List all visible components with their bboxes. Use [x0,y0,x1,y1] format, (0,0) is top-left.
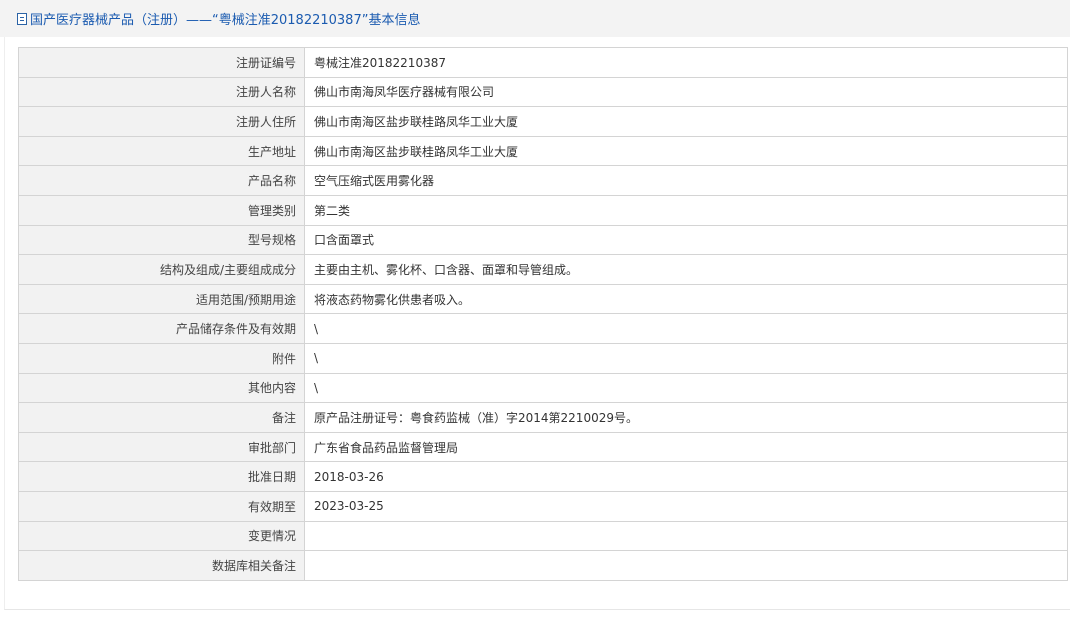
table-row: 注册人住所 佛山市南海区盐步联桂路凤华工业大厦 [18,106,1068,137]
page-title: 国产医疗器械产品（注册）——“粤械注准20182210387”基本信息 [30,13,421,28]
row-value: 2023-03-25 [304,490,1068,522]
row-label: 注册人名称 [18,76,305,108]
row-label: 附件 [18,342,305,374]
table-row: 管理类别 第二类 [18,194,1068,226]
table-row: 产品储存条件及有效期 \ [18,313,1068,344]
table-row: 注册证编号 粤械注准20182210387 [18,47,1068,78]
row-value: 将液态药物雾化供患者吸入。 [304,283,1068,315]
row-value: 广东省食品药品监督管理局 [304,431,1068,463]
row-value: 口含面罩式 [304,224,1068,256]
table-row: 其他内容 \ [18,372,1068,404]
row-value: \ [304,372,1068,404]
title-bar: 国产医疗器械产品（注册）——“粤械注准20182210387”基本信息 [0,0,1070,37]
row-value: 佛山市南海区盐步联桂路凤华工业大厦 [304,106,1068,137]
table-row: 型号规格 口含面罩式 [18,224,1068,256]
row-label: 数据库相关备注 [18,550,305,581]
row-label: 生产地址 [18,135,305,167]
row-value: 粤械注准20182210387 [304,47,1068,78]
row-value: 佛山市南海区盐步联桂路凤华工业大厦 [304,135,1068,167]
row-label: 备注 [18,402,305,433]
info-table: 注册证编号 粤械注准20182210387 注册人名称 佛山市南海凤华医疗器械有… [18,47,1068,581]
row-label: 审批部门 [18,431,305,463]
table-row: 备注 原产品注册证号：粤食药监械（准）字2014第2210029号。 [18,402,1068,433]
table-row: 附件 \ [18,342,1068,374]
row-value: 佛山市南海凤华医疗器械有限公司 [304,76,1068,108]
row-label: 注册人住所 [18,106,305,137]
row-value: 空气压缩式医用雾化器 [304,165,1068,196]
row-value: \ [304,342,1068,374]
row-label: 其他内容 [18,372,305,404]
row-label: 型号规格 [18,224,305,256]
table-row: 批准日期 2018-03-26 [18,461,1068,492]
table-row: 适用范围/预期用途 将液态药物雾化供患者吸入。 [18,283,1068,315]
row-value: 主要由主机、雾化杯、口含器、面罩和导管组成。 [304,254,1068,285]
row-value [304,550,1068,581]
row-value: 第二类 [304,194,1068,226]
table-row: 变更情况 [18,520,1068,552]
row-label: 适用范围/预期用途 [18,283,305,315]
table-row: 有效期至 2023-03-25 [18,490,1068,522]
table-row: 数据库相关备注 [18,550,1068,581]
row-value: \ [304,313,1068,344]
row-label: 批准日期 [18,461,305,492]
row-value: 原产品注册证号：粤食药监械（准）字2014第2210029号。 [304,402,1068,433]
page: 国产医疗器械产品（注册）——“粤械注准20182210387”基本信息 注册证编… [0,0,1070,628]
table-row: 产品名称 空气压缩式医用雾化器 [18,165,1068,196]
document-icon [17,12,27,25]
table-row: 结构及组成/主要组成成分 主要由主机、雾化杯、口含器、面罩和导管组成。 [18,254,1068,285]
row-value: 2018-03-26 [304,461,1068,492]
row-label: 结构及组成/主要组成成分 [18,254,305,285]
row-label: 变更情况 [18,520,305,552]
row-label: 管理类别 [18,194,305,226]
row-label: 产品储存条件及有效期 [18,313,305,344]
info-panel: 注册证编号 粤械注准20182210387 注册人名称 佛山市南海凤华医疗器械有… [4,37,1070,610]
table-row: 注册人名称 佛山市南海凤华医疗器械有限公司 [18,76,1068,108]
row-value [304,520,1068,552]
table-row: 审批部门 广东省食品药品监督管理局 [18,431,1068,463]
row-label: 产品名称 [18,165,305,196]
row-label: 有效期至 [18,490,305,522]
table-row: 生产地址 佛山市南海区盐步联桂路凤华工业大厦 [18,135,1068,167]
row-label: 注册证编号 [18,47,305,78]
